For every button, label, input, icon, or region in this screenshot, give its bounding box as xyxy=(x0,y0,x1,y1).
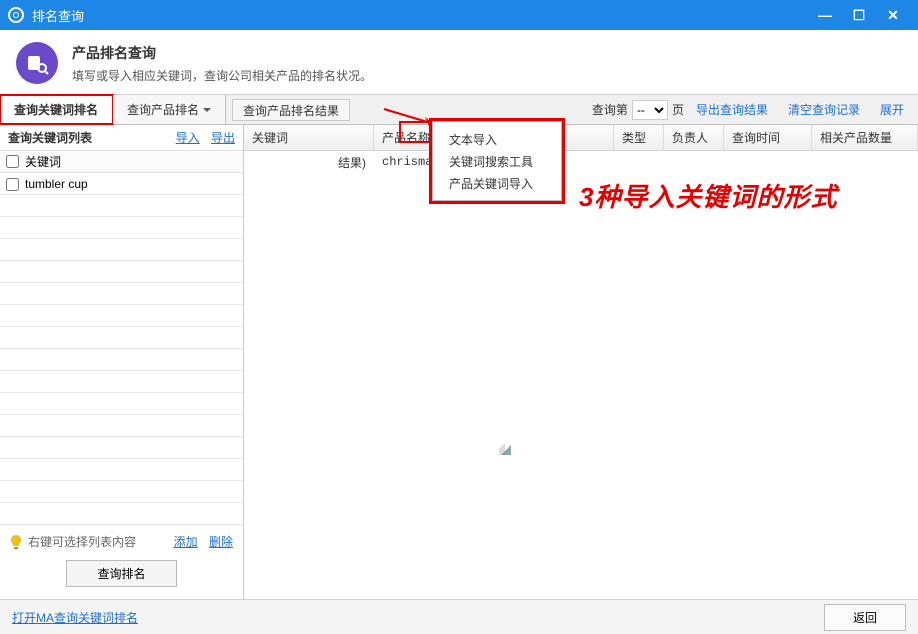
dropdown-item-product-import[interactable]: 产品关键词导入 xyxy=(433,172,561,194)
header-text: 产品排名查询 填写或导入相应关键词，查询公司相关产品的排名状况。 xyxy=(72,43,372,84)
page-select[interactable]: -- xyxy=(632,100,668,120)
bulb-icon xyxy=(10,535,22,549)
sidebar-header-links: 导入 导出 xyxy=(168,129,235,146)
sidebar-tip-links: 添加 删除 xyxy=(166,533,233,550)
keyword-col-header: 关键词 xyxy=(25,153,61,170)
import-dropdown: 文本导入 关键词搜索工具 产品关键词导入 xyxy=(432,121,562,201)
export-link[interactable]: 导出 xyxy=(211,131,235,145)
sidebar-header: 查询关键词列表 导入 导出 xyxy=(0,125,243,151)
col-type[interactable]: 类型 xyxy=(614,125,664,150)
window-controls: — ☐ ✕ xyxy=(808,0,910,30)
sidebar-tip-text: 右键可选择列表内容 xyxy=(28,533,136,550)
bottom-bar: 打开MA查询关键词排名 返回 xyxy=(0,599,918,634)
sidebar-footer: 右键可选择列表内容 添加 删除 查询排名 xyxy=(0,525,243,599)
query-results-button[interactable]: 查询产品排名结果 xyxy=(232,99,350,121)
clear-records-link[interactable]: 清空查询记录 xyxy=(780,101,868,118)
expand-link[interactable]: 展开 xyxy=(872,101,912,118)
open-ma-link[interactable]: 打开MA查询关键词排名 xyxy=(12,609,138,626)
list-item[interactable]: tumbler cup xyxy=(0,173,243,195)
import-link[interactable]: 导入 xyxy=(176,131,200,145)
delete-link[interactable]: 删除 xyxy=(209,535,233,549)
keyword-list: 关键词 tumbler cup xyxy=(0,151,243,525)
back-button[interactable]: 返回 xyxy=(824,604,906,631)
annotation-arrow xyxy=(379,104,439,128)
app-icon xyxy=(8,7,24,23)
close-button[interactable]: ✕ xyxy=(876,0,910,30)
table-header: 关键词 产品名称 排名 类型 负责人 查询时间 相关产品数量 xyxy=(244,125,918,151)
annotation-text: 3种导入关键词的形式 xyxy=(579,177,837,214)
sidebar: 查询关键词列表 导入 导出 关键词 tumbler cup 右键可选择列表内容 … xyxy=(0,125,244,599)
feature-icon xyxy=(16,42,58,84)
export-results-link[interactable]: 导出查询结果 xyxy=(688,101,776,118)
header-title: 产品排名查询 xyxy=(72,43,372,63)
keyword-list-header: 关键词 xyxy=(0,151,243,173)
table-row[interactable]: 结果) chrismas tree xyxy=(244,151,918,173)
page-unit-label: 页 xyxy=(672,101,684,118)
sidebar-title: 查询关键词列表 xyxy=(8,129,92,146)
col-resp[interactable]: 负责人 xyxy=(664,125,724,150)
minimize-button[interactable]: — xyxy=(808,0,842,30)
header: 产品排名查询 填写或导入相应关键词，查询公司相关产品的排名状况。 xyxy=(0,30,918,95)
query-page-label: 查询第 xyxy=(592,101,628,118)
tab-keyword-label: 查询关键词排名 xyxy=(14,101,98,118)
dropdown-item-text-import[interactable]: 文本导入 xyxy=(433,128,561,150)
col-time[interactable]: 查询时间 xyxy=(724,125,812,150)
row-checkbox[interactable] xyxy=(6,178,19,191)
chevron-down-icon xyxy=(203,108,211,112)
tab-product-rank[interactable]: 查询产品排名 xyxy=(113,95,226,124)
dropdown-item-keyword-tool[interactable]: 关键词搜索工具 xyxy=(433,150,561,172)
keyword-cell: tumbler cup xyxy=(25,177,88,191)
sidebar-tip: 右键可选择列表内容 添加 删除 xyxy=(10,533,233,550)
query-rank-button[interactable]: 查询排名 xyxy=(66,560,176,587)
window-title: 排名查询 xyxy=(32,6,808,25)
splitter-handle[interactable] xyxy=(499,443,511,455)
content-area: 关键词 产品名称 排名 类型 负责人 查询时间 相关产品数量 结果) chris… xyxy=(244,125,918,599)
tab-product-label: 查询产品排名 xyxy=(127,101,199,118)
select-all-checkbox[interactable] xyxy=(6,155,19,168)
main-body: 查询关键词列表 导入 导出 关键词 tumbler cup 右键可选择列表内容 … xyxy=(0,125,918,599)
toolbar-right: 查询第 -- 页 导出查询结果 清空查询记录 展开 xyxy=(592,95,918,124)
header-subtitle: 填写或导入相应关键词，查询公司相关产品的排名状况。 xyxy=(72,67,372,84)
maximize-button[interactable]: ☐ xyxy=(842,0,876,30)
query-results-label: 查询产品排名结果 xyxy=(243,102,339,119)
titlebar: 排名查询 — ☐ ✕ xyxy=(0,0,918,30)
cell-note: 结果) xyxy=(244,151,374,173)
col-keyword[interactable]: 关键词 xyxy=(244,125,374,150)
tab-keyword-rank[interactable]: 查询关键词排名 xyxy=(0,95,113,124)
add-link[interactable]: 添加 xyxy=(174,535,198,549)
col-relcount[interactable]: 相关产品数量 xyxy=(812,125,918,150)
